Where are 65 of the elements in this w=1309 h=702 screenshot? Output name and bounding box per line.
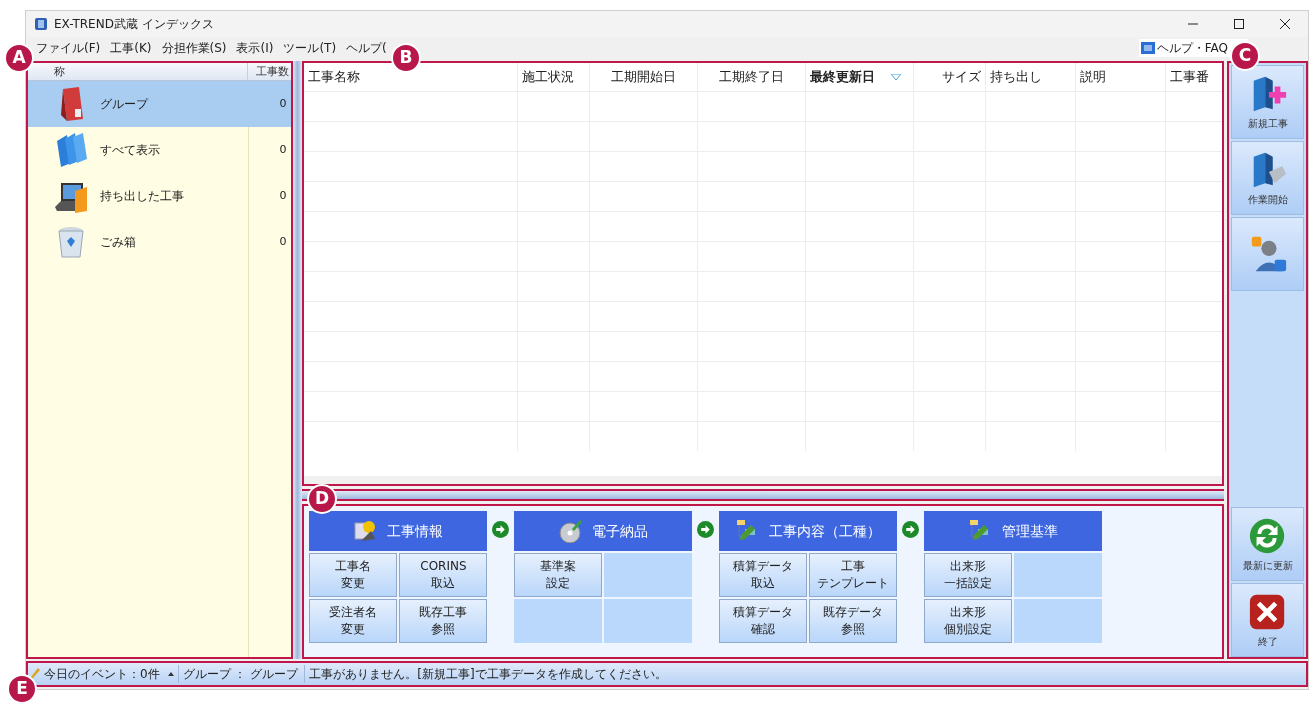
column-header[interactable]: 称 (54, 63, 65, 80)
action-button[interactable]: 積算データ 確認 (719, 599, 808, 643)
sidebar-item[interactable]: 持ち出した工事 0 (28, 173, 291, 219)
action-button[interactable]: CORINS 取込 (399, 553, 488, 597)
maximize-icon (1234, 19, 1244, 29)
action-button[interactable]: 基準案 設定 (514, 553, 603, 597)
header-title: 電子納品 (592, 521, 649, 541)
action-button[interactable]: 工事 テンプレート (809, 553, 898, 597)
action-button[interactable]: 工事名 変更 (309, 553, 398, 597)
window-title: EX-TREND武蔵 インデックス (54, 16, 214, 33)
toolbar-button[interactable]: 終了 (1231, 583, 1304, 657)
toolbar-button[interactable]: 最新に更新 (1231, 507, 1304, 581)
column-header[interactable]: 持ち出し (986, 63, 1077, 91)
close-icon (1280, 19, 1290, 29)
toolbar-button[interactable]: 新規工事 (1231, 65, 1304, 139)
menu-item[interactable]: ファイル(F) (36, 39, 101, 57)
disc-pen-icon (558, 519, 585, 543)
item-label: グループ (100, 96, 148, 113)
sidebar-item[interactable]: グループ 0 (28, 81, 291, 127)
action-button[interactable]: 積算データ 取込 (719, 553, 808, 597)
status-message: 工事がありません。[新規工事]で工事データを作成してください。 (304, 665, 667, 683)
caret-up-icon[interactable] (167, 672, 174, 676)
menu-item[interactable]: ツール(T) (283, 39, 337, 57)
item-label: ごみ箱 (100, 234, 136, 251)
toolbar-button[interactable]: 作業開始 (1231, 141, 1304, 215)
item-label: すべて表示 (100, 142, 160, 159)
column-header[interactable]: 工事数 (246, 63, 291, 80)
arrow-right-icon (697, 521, 715, 538)
menu-item[interactable]: 工事(K) (110, 39, 152, 57)
column-header[interactable]: 工期開始日 (590, 63, 699, 91)
vertical-splitter[interactable] (292, 61, 303, 659)
column-header[interactable]: 工事番 (1166, 63, 1223, 91)
column-header[interactable]: 説明 (1076, 63, 1167, 91)
horizontal-scrollbar[interactable] (304, 476, 1223, 484)
arrow-right-icon (902, 521, 920, 538)
column-header[interactable]: 施工状況 (518, 63, 591, 91)
item-label: 持ち出した工事 (100, 188, 184, 205)
sidebar-item[interactable]: ごみ箱 0 (28, 219, 291, 265)
status-group: グループ ： グループ (177, 665, 299, 683)
action-button[interactable]: 既存データ 参照 (809, 599, 898, 643)
column-header[interactable]: サイズ (914, 63, 987, 91)
item-count: 0 (279, 95, 287, 112)
column-header[interactable]: 最終更新日 (806, 63, 915, 91)
menu-item[interactable]: 表示(I) (236, 39, 274, 57)
sidebar-item[interactable]: すべて表示 0 (28, 127, 291, 173)
callout-badge: E (7, 674, 37, 702)
menu-item[interactable]: 分担作業(S) (161, 39, 227, 57)
toolbar-button[interactable] (1231, 217, 1304, 291)
menu-item[interactable]: ヘルプ( (346, 39, 387, 57)
column-header[interactable]: 工期終了日 (698, 63, 807, 91)
action-button[interactable]: 出来形 個別設定 (924, 599, 1013, 643)
header-title: 工事内容（工種） (769, 521, 882, 541)
action-button[interactable]: 出来形 一括設定 (924, 553, 1013, 597)
item-count: 0 (279, 187, 287, 204)
item-count: 0 (279, 141, 287, 158)
header-title: 工事情報 (387, 521, 444, 541)
app-logo-icon (34, 17, 48, 31)
arrow-right-icon (492, 521, 510, 538)
action-button[interactable]: 受注者名 変更 (309, 599, 398, 643)
header-title: 管理基準 (1002, 521, 1059, 541)
status-event: 今日のイベント：0件 (44, 666, 160, 683)
pen-icon (30, 668, 40, 680)
action-button[interactable]: 既存工事 参照 (399, 599, 488, 643)
item-count: 0 (279, 233, 287, 250)
callout-badge: A (4, 43, 34, 73)
